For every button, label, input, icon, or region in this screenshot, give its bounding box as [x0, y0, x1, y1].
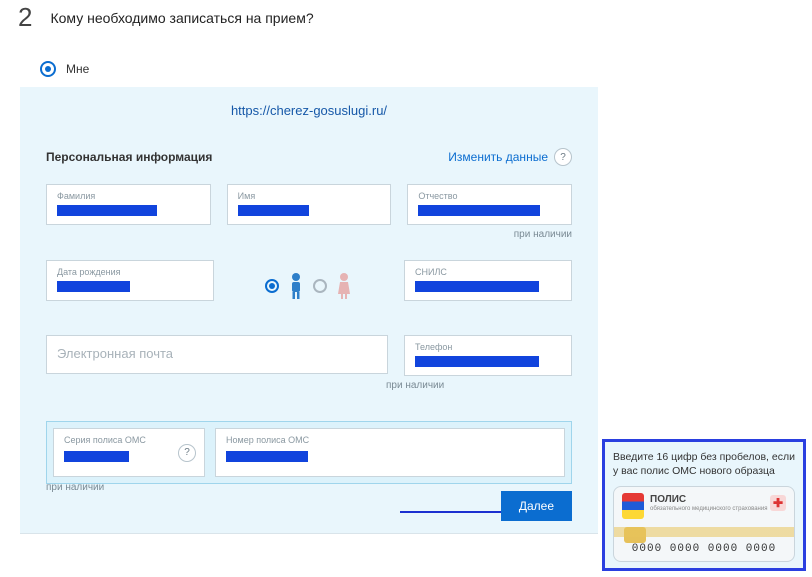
snils-field[interactable]: СНИЛС: [404, 260, 572, 301]
patronymic-hint: при наличии: [514, 229, 572, 240]
gender-male-radio[interactable]: [265, 279, 279, 293]
step-title: Кому необходимо записаться на прием?: [50, 10, 313, 26]
patronymic-field[interactable]: Отчество: [407, 184, 572, 225]
section-title: Персональная информация: [46, 150, 212, 164]
radio-me[interactable]: [40, 61, 56, 77]
birthdate-value-redacted: [57, 281, 130, 292]
tooltip-text: Введите 16 цифр без пробелов, если у вас…: [613, 450, 795, 478]
birthdate-field[interactable]: Дата рождения: [46, 260, 214, 301]
polis-number-field[interactable]: Номер полиса ОМС: [215, 428, 565, 477]
email-hint: при наличии: [386, 380, 444, 391]
surname-value-redacted: [57, 205, 157, 216]
phone-label: Телефон: [415, 342, 561, 352]
patronymic-value-redacted: [418, 205, 539, 216]
snils-value-redacted: [415, 281, 539, 292]
email-field[interactable]: Электронная почта: [46, 335, 388, 374]
polis-number-label: Номер полиса ОМС: [226, 435, 554, 445]
name-label: Имя: [238, 191, 381, 201]
polis-number-value-redacted: [226, 451, 308, 462]
female-icon: [335, 272, 353, 300]
polis-series-help-icon[interactable]: ?: [178, 444, 196, 462]
phone-value-redacted: [415, 356, 539, 367]
polis-card-subtitle: обязательного медицинского страхования: [650, 505, 767, 513]
polis-series-field[interactable]: Серия полиса ОМС ?: [53, 428, 205, 477]
change-data-label: Изменить данные: [448, 150, 548, 164]
help-icon[interactable]: ?: [554, 148, 572, 166]
surname-field[interactable]: Фамилия: [46, 184, 211, 225]
medical-cross-icon: ✚: [770, 495, 786, 511]
polis-emblem-icon: [622, 493, 644, 519]
next-button[interactable]: Далее: [501, 491, 572, 521]
polis-series-label: Серия полиса ОМС: [64, 435, 194, 445]
gender-selector: [230, 260, 388, 300]
name-field[interactable]: Имя: [227, 184, 392, 225]
polis-digits: 0000 0000 0000 0000: [614, 542, 794, 557]
polis-wave-decor: [614, 527, 794, 537]
male-icon: [287, 272, 305, 300]
polis-series-value-redacted: [64, 451, 129, 462]
name-value-redacted: [238, 205, 309, 216]
personal-info-panel: https://cherez-gosuslugi.ru/ Персональна…: [20, 87, 598, 534]
email-placeholder: Электронная почта: [57, 342, 377, 365]
polis-group: Серия полиса ОМС ? Номер полиса ОМС: [46, 421, 572, 484]
step-number: 2: [18, 2, 32, 33]
gender-female-radio[interactable]: [313, 279, 327, 293]
polis-card-illustration: ПОЛИС обязательного медицинского страхов…: [613, 486, 795, 562]
birthdate-label: Дата рождения: [57, 267, 203, 277]
surname-label: Фамилия: [57, 191, 200, 201]
patronymic-label: Отчество: [418, 191, 561, 201]
recipient-radio-row: Мне: [40, 61, 812, 77]
snils-label: СНИЛС: [415, 267, 561, 277]
phone-field[interactable]: Телефон: [404, 335, 572, 376]
polis-tooltip: Введите 16 цифр без пробелов, если у вас…: [602, 439, 806, 571]
watermark-link[interactable]: https://cherez-gosuslugi.ru/: [46, 103, 572, 118]
radio-me-label: Мне: [66, 62, 89, 76]
change-data-link[interactable]: Изменить данные ?: [448, 148, 572, 166]
